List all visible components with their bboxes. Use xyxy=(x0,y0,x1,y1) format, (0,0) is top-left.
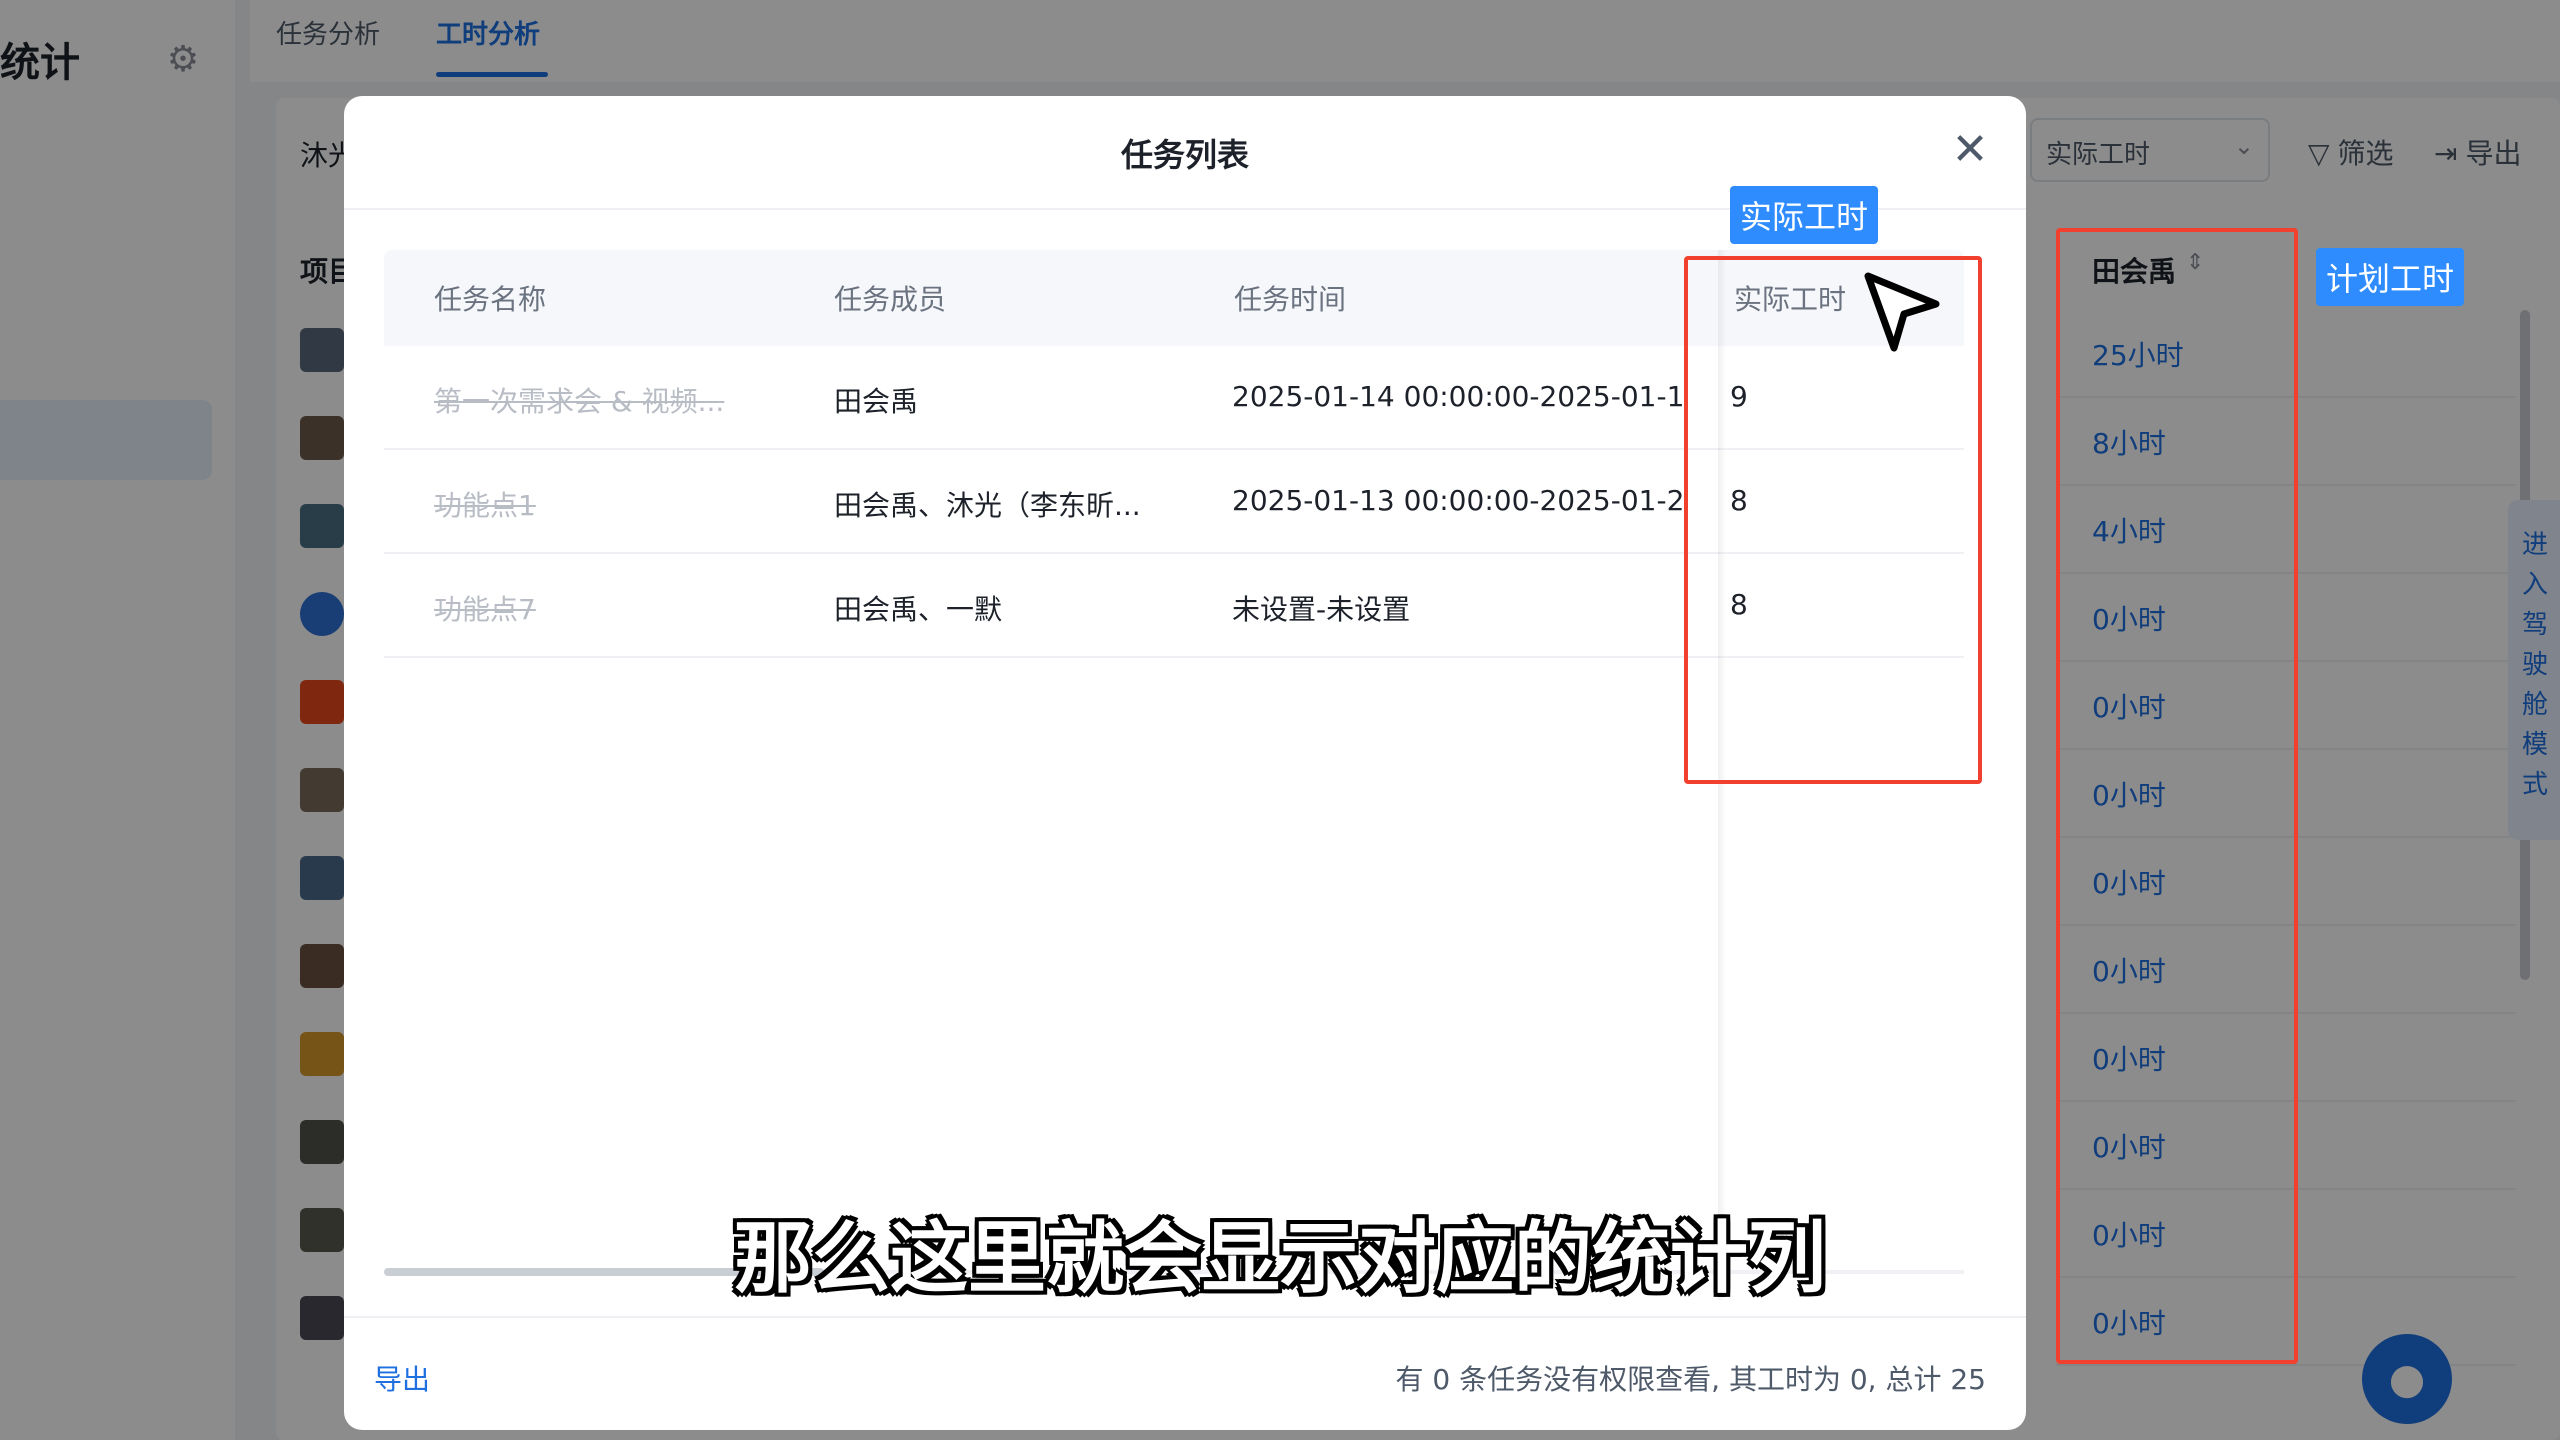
task-time: 2025-01-13 00:00:00-2025-01-24 00:00:00 xyxy=(1232,484,1682,517)
mouse-cursor-icon xyxy=(1864,272,1940,352)
tag-actual-hours: 实际工时 xyxy=(1730,186,1879,244)
task-time: 未设置-未设置 xyxy=(1232,593,1411,626)
task-members: 田会禹、一默 xyxy=(834,593,1003,626)
column-header-task-name: 任务名称 xyxy=(434,283,547,316)
task-name[interactable]: 功能点1 xyxy=(434,484,536,524)
highlight-planned-hours-column xyxy=(2056,228,2298,1364)
footer-export-button[interactable]: 导出 xyxy=(374,1358,430,1398)
modal-footer: 导出 有 0 条任务没有权限查看, 其工时为 0, 总计 25 xyxy=(344,1316,2026,1430)
column-header-time: 任务时间 xyxy=(1234,283,1347,316)
video-subtitle: 那么这里就会显示对应的统计列 xyxy=(733,1214,1826,1304)
footer-summary: 有 0 条任务没有权限查看, 其工时为 0, 总计 25 xyxy=(1395,1363,1986,1396)
task-members: 田会禹、沐光（李东昕... xyxy=(834,489,1141,522)
modal-title: 任务列表 xyxy=(1120,136,1249,174)
tag-planned-hours: 计划工时 xyxy=(2316,248,2465,306)
task-name[interactable]: 第一次需求会 & 视频... xyxy=(434,380,724,420)
task-members: 田会禹 xyxy=(834,385,919,418)
column-header-members: 任务成员 xyxy=(834,283,947,316)
close-icon[interactable]: ✕ xyxy=(1948,128,1992,172)
task-time: 2025-01-14 00:00:00-2025-01-16 00:00:00 xyxy=(1232,380,1682,413)
task-name[interactable]: 功能点7 xyxy=(434,588,536,628)
